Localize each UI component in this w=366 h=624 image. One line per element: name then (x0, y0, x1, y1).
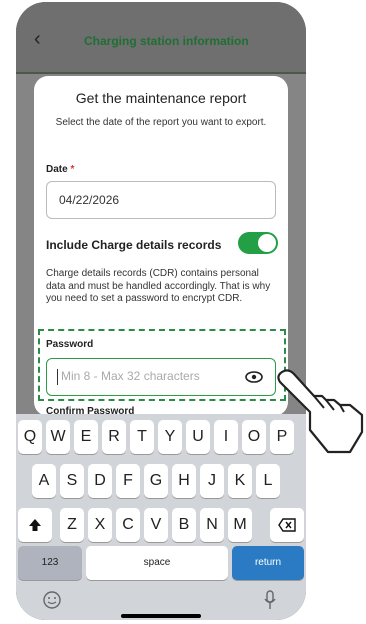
key-k[interactable]: K (228, 464, 252, 498)
key-j[interactable]: J (200, 464, 224, 498)
date-value: 04/22/2026 (59, 193, 120, 207)
key-s[interactable]: S (60, 464, 84, 498)
cdr-toggle[interactable] (238, 232, 278, 254)
on-screen-keyboard: Q W E R T Y U I O P A S D F G H J K L Z … (16, 414, 306, 620)
key-e[interactable]: E (74, 420, 98, 454)
space-key[interactable]: space (86, 546, 228, 580)
home-indicator (121, 614, 201, 618)
required-asterisk: * (70, 164, 75, 175)
key-g[interactable]: G (144, 464, 168, 498)
cdr-description: Charge details records (CDR) contains pe… (46, 268, 271, 304)
return-key[interactable]: return (232, 546, 304, 580)
key-o[interactable]: O (242, 420, 266, 454)
key-u[interactable]: U (186, 420, 210, 454)
key-i[interactable]: I (214, 420, 238, 454)
date-label-text: Date (46, 164, 68, 175)
shift-icon (29, 519, 41, 531)
key-b[interactable]: B (172, 508, 196, 542)
date-label: Date * (46, 164, 74, 175)
top-app-bar: ‹ Charging station information (16, 2, 306, 74)
key-w[interactable]: W (46, 420, 70, 454)
key-l[interactable]: L (256, 464, 280, 498)
microphone-icon[interactable] (264, 590, 276, 610)
key-x[interactable]: X (88, 508, 112, 542)
key-h[interactable]: H (172, 464, 196, 498)
page-title: Charging station information (84, 34, 249, 48)
numbers-key[interactable]: 123 (18, 546, 82, 580)
key-v[interactable]: V (144, 508, 168, 542)
cdr-label: Include Charge details records (46, 238, 222, 252)
phone-screen: ‹ Charging station information Get the m… (16, 2, 306, 620)
chevron-left-icon[interactable]: ‹ (34, 28, 41, 51)
key-d[interactable]: D (88, 464, 112, 498)
key-z[interactable]: Z (60, 508, 84, 542)
toggle-knob (258, 234, 276, 252)
key-c[interactable]: C (116, 508, 140, 542)
password-highlight-box (38, 329, 286, 401)
key-f[interactable]: F (116, 464, 140, 498)
key-q[interactable]: Q (18, 420, 42, 454)
key-r[interactable]: R (102, 420, 126, 454)
backspace-key[interactable] (270, 508, 304, 542)
key-y[interactable]: Y (158, 420, 182, 454)
tap-hand-icon (277, 369, 364, 454)
dialog-subtitle: Select the date of the report you want t… (55, 117, 267, 128)
shift-key[interactable] (18, 508, 52, 542)
key-a[interactable]: A (32, 464, 56, 498)
emoji-icon[interactable] (42, 590, 62, 610)
date-field[interactable]: 04/22/2026 (46, 181, 276, 219)
key-t[interactable]: T (130, 420, 154, 454)
dialog-title: Get the maintenance report (75, 90, 247, 106)
key-n[interactable]: N (200, 508, 224, 542)
backspace-icon (278, 518, 296, 532)
key-m[interactable]: M (228, 508, 252, 542)
